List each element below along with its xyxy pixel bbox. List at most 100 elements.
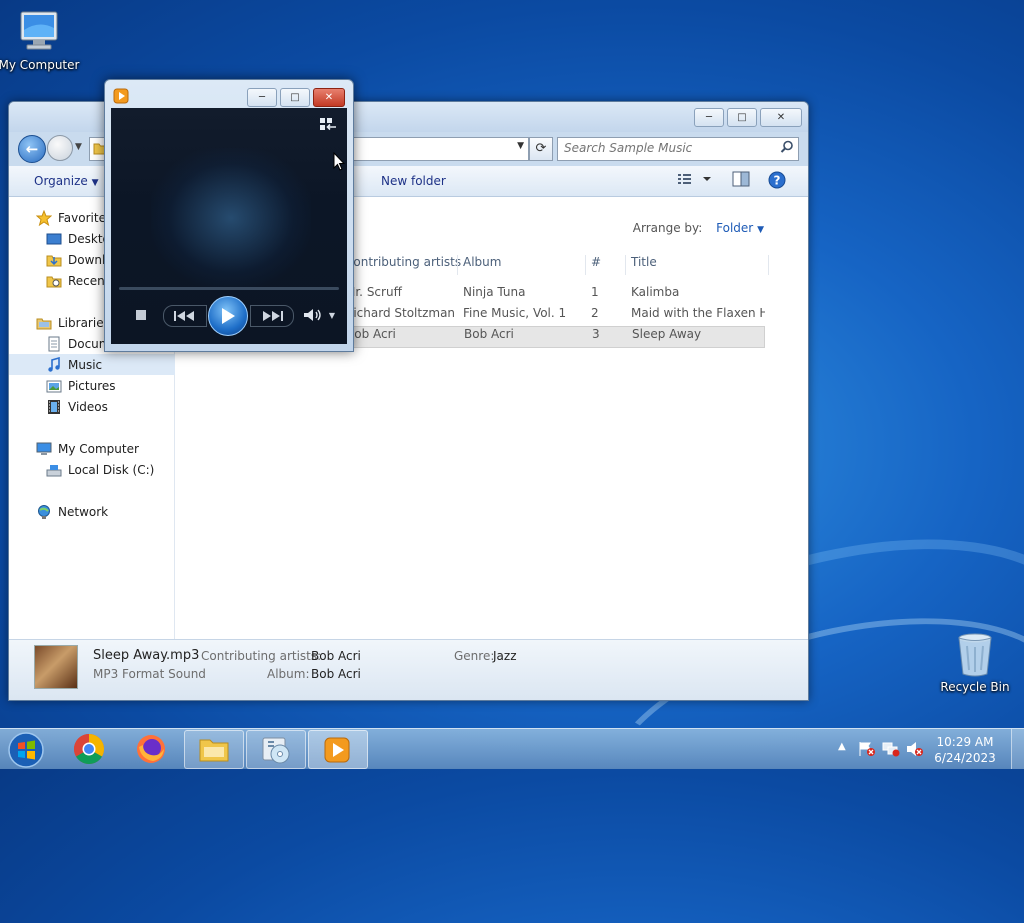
minimize-button[interactable]: ─ [247,88,277,107]
computer-icon [20,11,58,50]
preview-pane-icon [732,171,750,187]
media-center-icon [262,737,290,764]
nav-network[interactable]: Network [9,501,199,522]
show-desktop-button[interactable] [1011,729,1024,769]
address-dropdown[interactable]: ▼ [517,141,524,151]
action-center-flag-icon[interactable] [858,741,876,757]
column-divider[interactable] [768,255,769,275]
preview-pane-button[interactable] [732,171,750,190]
column-header-title[interactable]: Title [631,255,657,275]
minimize-button[interactable]: ─ [694,108,724,127]
cell-artist: Richard Stoltzman... [345,306,455,320]
nav-label: Pictures [68,378,116,393]
column-header-album[interactable]: Album [463,255,501,275]
stop-icon [136,310,146,320]
cell-title: Kalimba [631,285,680,299]
stop-button[interactable] [135,308,147,322]
search-icon[interactable] [780,140,794,154]
new-folder-button[interactable]: New folder [381,174,446,188]
taskbar-media-center[interactable] [246,730,306,769]
album-art-thumbnail [34,645,78,689]
taskbar-chrome[interactable] [60,730,118,767]
cell-number: 2 [591,306,599,320]
details-artists-value[interactable]: Bob Acri [311,649,361,663]
cell-title: Sleep Away [632,327,702,341]
help-icon: ? [768,171,786,189]
desktop-icon-my-computer[interactable]: My Computer [0,8,81,72]
details-genre-value[interactable]: Jazz [493,649,517,663]
speaker-icon [304,309,321,321]
taskbar: ▲ 10:29 AM 6/24/2023 [0,728,1024,769]
change-view-button[interactable] [677,171,711,190]
maximize-button[interactable]: □ [727,108,757,127]
organize-button[interactable]: Organize ▼ [34,174,99,188]
column-header-artists[interactable]: Contributing artists [345,255,461,275]
back-button[interactable]: ← [18,135,46,163]
media-player-window[interactable]: ─ □ ✕ ▼ [104,79,354,352]
volume-muted-icon[interactable] [906,741,924,757]
column-divider[interactable] [457,255,458,275]
svg-text:?: ? [774,174,781,188]
volume-dropdown[interactable]: ▼ [327,310,337,320]
details-pane: Sleep Away.mp3 MP3 Format Sound Contribu… [9,639,808,700]
search-box[interactable] [557,137,799,161]
clock[interactable]: 10:29 AM 6/24/2023 [934,734,996,766]
chrome-icon [73,734,105,765]
cell-album: Fine Music, Vol. 1 [463,306,567,320]
table-row[interactable]: Mr. Scruff Ninja Tuna 1 Kalimba [339,285,763,305]
firefox-icon [137,735,165,763]
network-status-icon[interactable] [882,741,900,757]
help-button[interactable]: ? [768,171,786,192]
start-button[interactable] [6,731,46,769]
desktop-icon-label: Recycle Bin [940,680,1010,694]
cell-artist: Bob Acri [346,327,396,341]
table-row-selected[interactable]: Bob Acri Bob Acri 3 Sleep Away [339,326,765,348]
switch-to-library-icon[interactable] [319,116,337,132]
refresh-button[interactable]: ⟳ [529,137,553,161]
arrange-by-label: Arrange by: [632,221,703,235]
column-divider[interactable] [585,255,586,275]
seek-bar[interactable] [119,287,339,290]
system-tray: ▲ 10:29 AM 6/24/2023 [834,729,1024,769]
chevron-down-icon: ▼ [757,225,764,235]
recycle-bin-icon [958,633,992,677]
search-input[interactable] [558,138,780,158]
music-note-icon [46,356,62,373]
documents-icon [46,336,62,352]
column-divider[interactable] [625,255,626,275]
play-button[interactable] [208,296,248,336]
clock-time: 10:29 AM [936,735,994,749]
taskbar-media-player[interactable] [308,730,368,769]
forward-button[interactable] [47,135,73,161]
previous-button[interactable] [163,305,207,327]
maximize-button[interactable]: □ [280,88,310,107]
mute-button[interactable] [303,307,323,323]
nav-label: Music [68,357,103,372]
cell-album: Bob Acri [464,327,514,341]
taskbar-firefox[interactable] [122,730,180,767]
details-filename: Sleep Away.mp3 [93,648,200,663]
table-row[interactable]: Richard Stoltzman... Fine Music, Vol. 1 … [339,306,765,326]
show-hidden-icons-button[interactable]: ▲ [838,741,846,752]
clock-date: 6/24/2023 [934,751,996,765]
column-header-number[interactable]: # [591,255,601,275]
pictures-icon [46,378,62,394]
arrange-by-dropdown[interactable]: Folder ▼ [716,221,764,235]
details-artists-label: Contributing artists: [201,649,322,663]
nav-my-computer[interactable]: My Computer [9,438,199,459]
close-button[interactable]: ✕ [313,88,345,107]
taskbar-file-explorer[interactable] [184,730,244,769]
cell-album: Ninja Tuna [463,285,526,299]
recent-pages-dropdown[interactable]: ▼ [75,142,82,152]
details-album-value[interactable]: Bob Acri [311,667,361,681]
next-button[interactable] [250,305,294,327]
desktop-icon-recycle-bin[interactable]: Recycle Bin [933,630,1017,694]
organize-label: Organize [34,174,88,188]
desktop-icon [46,231,62,247]
mouse-cursor-icon [333,152,345,171]
next-icon [263,311,283,321]
details-genre-label: Genre: [454,649,495,663]
recent-places-icon [46,273,62,289]
nav-label: Local Disk (C:) [68,462,155,477]
close-button[interactable]: ✕ [760,108,802,127]
